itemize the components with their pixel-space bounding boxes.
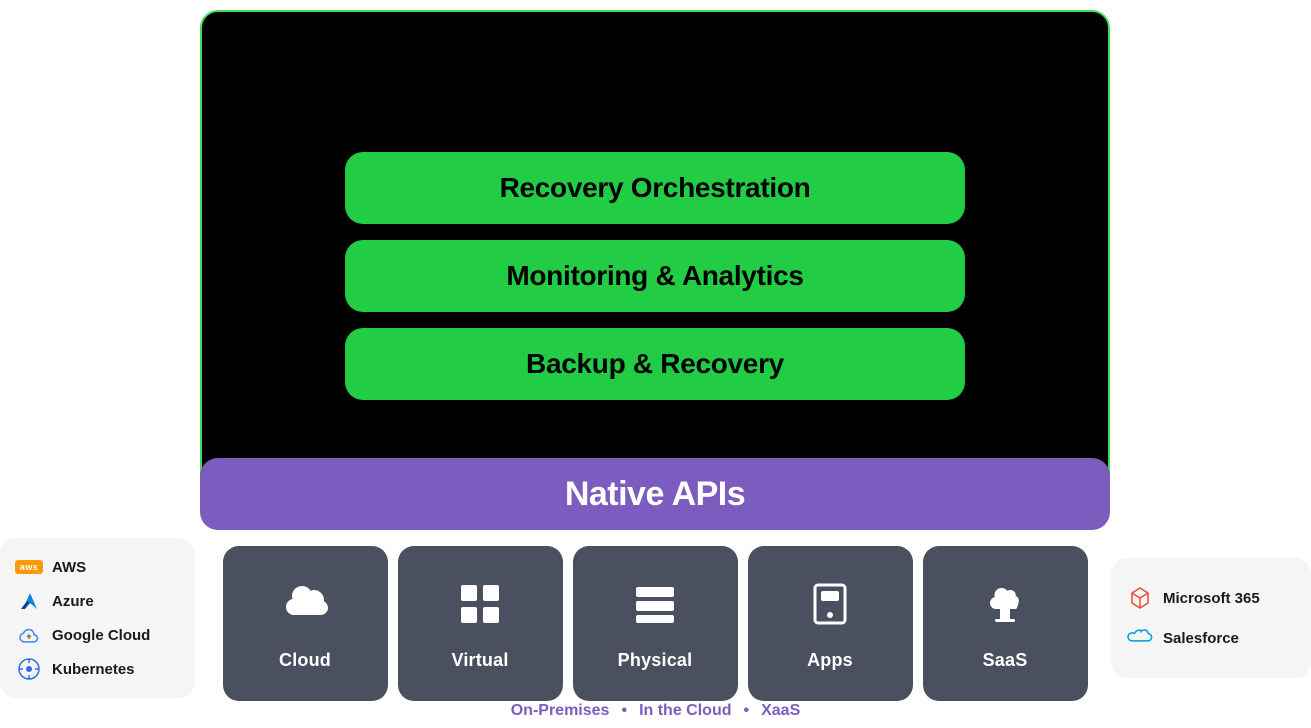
virtual-icon [453, 577, 507, 640]
black-box: Recovery Orchestration Monitoring & Anal… [200, 10, 1110, 500]
apps-card-label: Apps [807, 650, 853, 671]
recovery-orchestration-pill: Recovery Orchestration [345, 152, 965, 224]
cloud-card-label: Cloud [279, 650, 331, 671]
physical-card: Physical [573, 546, 738, 701]
google-cloud-label: Google Cloud [52, 627, 150, 644]
green-pills-container: Recovery Orchestration Monitoring & Anal… [202, 152, 1108, 400]
kubernetes-label: Kubernetes [52, 661, 135, 678]
left-sidebar: aws AWS Azure Google Cloud [0, 538, 195, 698]
microsoft-365-label: Microsoft 365 [1163, 590, 1260, 607]
backup-recovery-label: Backup & Recovery [526, 348, 784, 380]
monitoring-analytics-pill: Monitoring & Analytics [345, 240, 965, 312]
apps-icon [803, 577, 857, 640]
main-diagram: Recovery Orchestration Monitoring & Anal… [0, 10, 1311, 728]
kubernetes-logo-item: Kubernetes [16, 656, 179, 682]
footer-xaas: XaaS [761, 702, 800, 720]
salesforce-label: Salesforce [1163, 630, 1239, 647]
footer-text: On-Premises • In the Cloud • XaaS [0, 702, 1311, 720]
icon-cards-row: Cloud Virtual P [200, 546, 1110, 701]
saas-card: SaaS [923, 546, 1088, 701]
cloud-icon [278, 577, 332, 640]
azure-logo-item: Azure [16, 588, 179, 614]
recovery-orchestration-label: Recovery Orchestration [500, 172, 811, 204]
google-cloud-icon [16, 622, 42, 648]
backup-recovery-pill: Backup & Recovery [345, 328, 965, 400]
virtual-card: Virtual [398, 546, 563, 701]
saas-icon [978, 577, 1032, 640]
footer-dot-2: • [744, 702, 750, 720]
monitoring-analytics-label: Monitoring & Analytics [506, 260, 803, 292]
kubernetes-icon [16, 656, 42, 682]
saas-card-label: SaaS [983, 650, 1028, 671]
aws-label: AWS [52, 559, 86, 576]
azure-icon [16, 588, 42, 614]
azure-label: Azure [52, 593, 94, 610]
aws-logo-item: aws AWS [16, 554, 179, 580]
footer-dot-1: • [621, 702, 627, 720]
apps-card: Apps [748, 546, 913, 701]
microsoft-365-logo-item: Microsoft 365 [1127, 585, 1295, 611]
aws-icon: aws [16, 554, 42, 580]
microsoft-365-icon [1127, 585, 1153, 611]
physical-icon [628, 577, 682, 640]
virtual-card-label: Virtual [451, 650, 508, 671]
salesforce-icon [1127, 625, 1153, 651]
native-apis-label: Native APIs [565, 475, 745, 514]
footer-in-the-cloud: In the Cloud [639, 702, 731, 720]
google-cloud-logo-item: Google Cloud [16, 622, 179, 648]
right-sidebar: Microsoft 365 Salesforce [1111, 558, 1311, 678]
native-apis-bar: Native APIs [200, 458, 1110, 530]
physical-card-label: Physical [618, 650, 693, 671]
salesforce-logo-item: Salesforce [1127, 625, 1295, 651]
cloud-card: Cloud [223, 546, 388, 701]
footer-on-premises: On-Premises [511, 702, 610, 720]
